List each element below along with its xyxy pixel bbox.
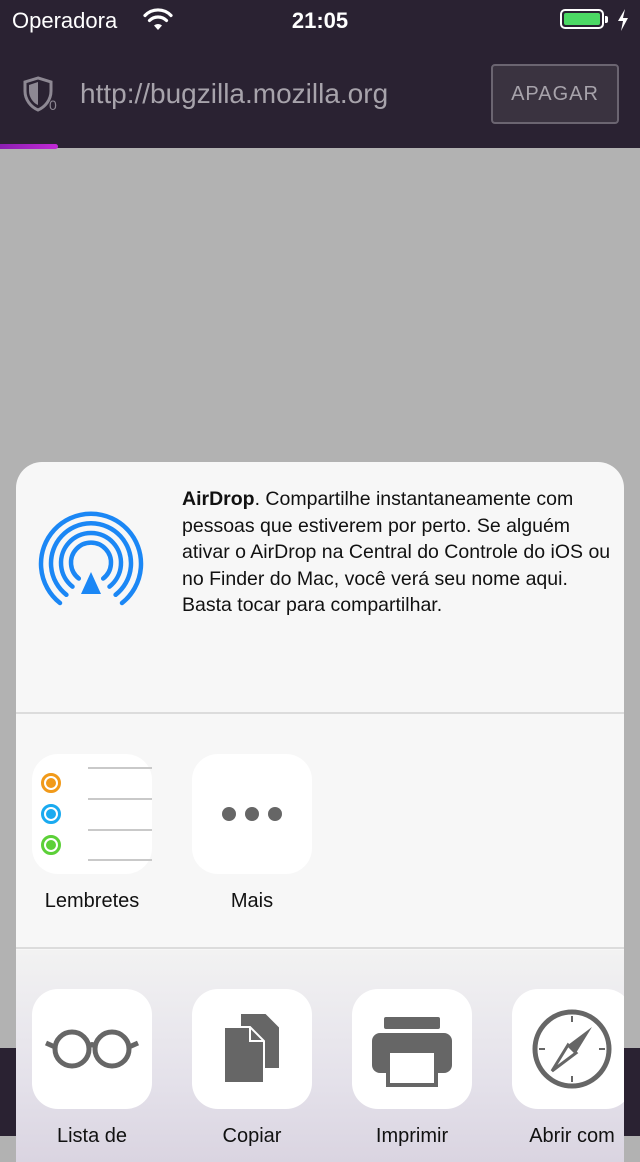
- reading-list-icon: [44, 1029, 140, 1069]
- clear-button[interactable]: APAGAR: [491, 64, 619, 124]
- action-row: Lista de Copiar Imprimir Abrir com: [16, 950, 624, 1162]
- action-open-in[interactable]: [512, 989, 624, 1109]
- action-label-copy: Copiar: [222, 1125, 282, 1147]
- action-print[interactable]: [352, 989, 472, 1109]
- app-label-more: Mais: [230, 890, 274, 912]
- load-progress-bar: [0, 144, 58, 149]
- battery-icon: [560, 9, 608, 29]
- tracking-protection-shield-icon[interactable]: 0: [22, 76, 62, 119]
- airdrop-description: AirDrop. Compartilhe instantaneamente co…: [182, 486, 612, 619]
- status-time: 21:05: [291, 8, 349, 33]
- airdrop-icon[interactable]: [38, 510, 148, 615]
- copy-icon: [223, 1012, 281, 1084]
- share-sheet: AirDrop. Compartilhe instantaneamente co…: [16, 462, 624, 1162]
- app-label-reminders: Lembretes: [44, 890, 140, 912]
- action-reading-list[interactable]: [32, 989, 152, 1109]
- more-icon: [222, 807, 282, 821]
- app-more[interactable]: [192, 754, 312, 874]
- airdrop-title: AirDrop: [182, 488, 255, 510]
- shield-count: 0: [49, 97, 57, 113]
- print-icon: [372, 1017, 452, 1087]
- compass-icon: [532, 1009, 612, 1089]
- action-label-reading-list: Lista de: [56, 1125, 128, 1147]
- charging-icon: [616, 8, 630, 38]
- sheet-divider: [16, 947, 624, 949]
- action-label-open-in: Abrir com: [529, 1125, 615, 1147]
- action-label-print: Imprimir: [375, 1125, 449, 1147]
- browser-toolbar: Operadora 21:05 0 http://bugzilla.mozill…: [0, 0, 640, 149]
- status-bar: Operadora 21:05: [0, 0, 640, 40]
- reminders-icon: [41, 767, 152, 861]
- action-copy[interactable]: [192, 989, 312, 1109]
- sheet-divider: [16, 712, 624, 714]
- url-field[interactable]: http://bugzilla.mozilla.org: [80, 78, 388, 110]
- app-reminders[interactable]: [32, 754, 152, 874]
